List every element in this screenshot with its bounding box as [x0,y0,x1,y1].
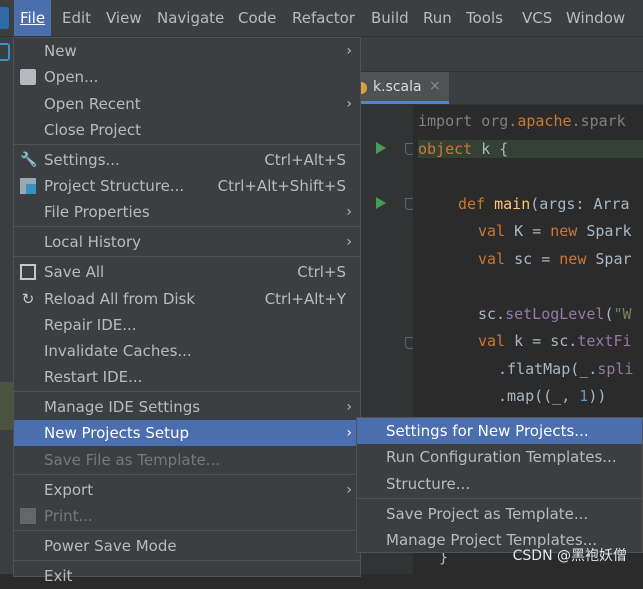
menu-file[interactable]: File [14,0,52,36]
chevron-right-icon: › [346,399,352,415]
menu-separator [14,391,360,392]
menu-item-restart-ide[interactable]: Restart IDE... [14,364,360,390]
chevron-right-icon: › [346,234,352,250]
menu-navigate[interactable]: Navigate [157,0,224,36]
menu-window[interactable]: Window [566,0,625,36]
save-icon [20,264,36,280]
code-line-flatmap: .flatMap(_.spli [498,360,634,378]
menu-tools[interactable]: Tools [466,0,503,36]
menu-item-new-projects-setup[interactable]: New Projects Setup › [14,420,360,446]
submenu-item-save-project-as-template[interactable]: Save Project as Template... [357,501,642,527]
chevron-right-icon: › [346,96,352,112]
submenu-item-settings-for-new-projects[interactable]: Settings for New Projects... [357,418,642,444]
menu-item-invalidate-caches[interactable]: Invalidate Caches... [14,338,360,364]
menu-item-file-properties[interactable]: File Properties › [14,199,360,225]
menu-separator [357,498,642,499]
menu-refactor[interactable]: Refactor [292,0,355,36]
watermark: CSDN @黑袍妖僧 [512,548,627,564]
submenu-item-run-configuration-templates[interactable]: Run Configuration Templates... [357,444,642,470]
scala-file-icon [361,82,367,94]
code-line-val-sc: val sc = new Spar [478,250,632,268]
menu-item-project-structure[interactable]: Project Structure... Ctrl+Alt+Shift+S [14,173,360,199]
menu-item-save-all[interactable]: Save All Ctrl+S [14,259,360,285]
chevron-right-icon: › [346,425,352,441]
menu-item-new[interactable]: New › [14,38,360,64]
menu-item-power-save-mode[interactable]: Power Save Mode [14,533,360,559]
menu-code[interactable]: Code [238,0,276,36]
menu-separator [14,474,360,475]
menu-item-reload-all[interactable]: ↻ Reload All from Disk Ctrl+Alt+Y [14,286,360,312]
menu-item-close-project[interactable]: Close Project [14,117,360,143]
menu-separator [14,256,360,257]
code-line-main: def main(args: Arra [458,195,630,213]
navigation-bar [361,37,643,72]
menu-item-export[interactable]: Export › [14,477,360,503]
chevron-right-icon: › [346,482,352,498]
close-tab-icon[interactable]: × [429,78,441,94]
reload-icon: ↻ [21,290,35,308]
menu-separator [14,560,360,561]
new-projects-setup-submenu: Settings for New Projects... Run Configu… [356,417,643,553]
menu-separator [14,530,360,531]
menu-item-save-file-as-template: Save File as Template... [44,451,220,469]
chevron-right-icon: › [346,43,352,59]
folder-icon [20,69,36,85]
editor-tabs: k.scala × [361,72,643,105]
gutter-highlight [0,382,13,430]
chevron-right-icon: › [346,204,352,220]
menu-bar: File Edit View Navigate Code Refactor Bu… [0,0,643,37]
tab-k-scala[interactable]: k.scala × [361,72,449,104]
menu-item-manage-ide-settings[interactable]: Manage IDE Settings › [14,394,360,420]
code-line-setloglevel: sc.setLogLevel("W [478,305,632,323]
menu-separator [14,144,360,145]
code-line-textfile: val k = sc.textFi [478,332,632,350]
menu-item-print: Print... [14,503,360,529]
menu-item-open-recent[interactable]: Open Recent › [14,91,360,117]
print-icon [20,508,36,524]
code-line-val-k: val K = new Spark [478,222,632,240]
project-tool-icon[interactable] [0,43,10,61]
submenu-item-structure[interactable]: Structure... [357,471,642,497]
run-object-icon[interactable] [376,142,386,154]
code-line-import: import org.apache.spark [418,112,626,130]
left-tool-strip [0,37,13,574]
menu-separator [14,226,360,227]
code-line-object: object k { [418,140,643,158]
app-logo-icon [0,7,9,29]
run-main-icon[interactable] [376,197,386,209]
menu-item-repair-ide[interactable]: Repair IDE... [14,312,360,338]
menu-vcs[interactable]: VCS [522,0,552,36]
tab-label: k.scala [373,79,422,95]
menu-item-settings[interactable]: 🔧 Settings... Ctrl+Alt+S [14,147,360,173]
menu-item-local-history[interactable]: Local History › [14,229,360,255]
menu-item-open[interactable]: Open... [14,64,360,90]
menu-build[interactable]: Build [371,0,409,36]
project-structure-icon [20,178,36,194]
menu-item-exit[interactable]: Exit [14,563,360,589]
menu-edit[interactable]: Edit [62,0,91,36]
menu-view[interactable]: View [106,0,142,36]
code-line-map: .map((_, 1)) [498,387,607,405]
menu-run[interactable]: Run [423,0,452,36]
wrench-icon: 🔧 [20,152,38,168]
file-menu: New › Open... Open Recent › Close Project … [13,37,361,585]
